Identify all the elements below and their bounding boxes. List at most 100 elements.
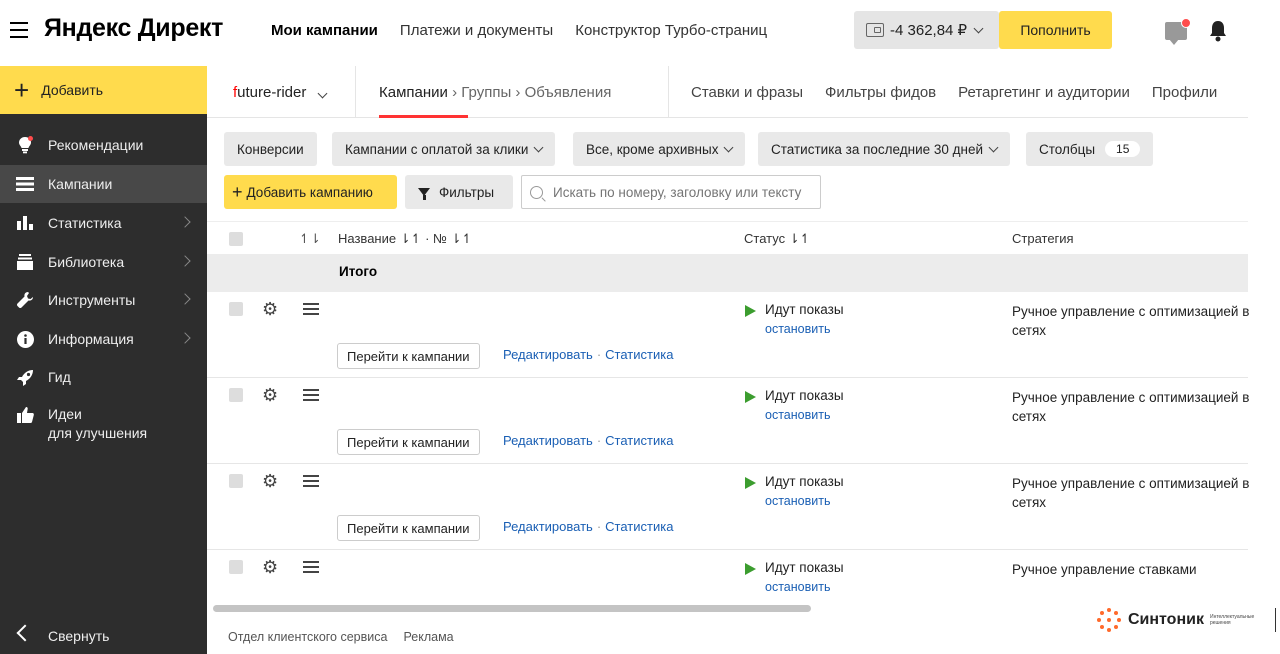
watermark-brand: Синтоник [1128, 611, 1204, 628]
messages-icon[interactable] [1165, 18, 1191, 45]
tab-bids-phrases[interactable]: Ставки и фразы [691, 84, 803, 101]
bell-icon[interactable] [1208, 20, 1228, 42]
click-campaigns-filter[interactable]: Кампании с оплатой за клики [332, 132, 556, 166]
sidebar-item-label: для улучшения [48, 425, 148, 441]
row-checkbox[interactable] [229, 474, 243, 488]
client-service-link[interactable]: Отдел клиентского сервиса [228, 630, 387, 644]
chevron-left-icon [16, 624, 34, 642]
sidebar-item-information[interactable]: Информация [0, 320, 207, 358]
nav-turbo-builder[interactable]: Конструктор Турбо-страниц [575, 22, 767, 39]
row-checkbox[interactable] [229, 388, 243, 402]
sidebar-item-ideas[interactable]: Идеи для улучшения [0, 401, 207, 445]
link-separator: · [596, 347, 602, 362]
sintonik-logo-icon [1097, 608, 1121, 632]
crumb-groups[interactable]: Группы [461, 84, 511, 101]
stats-period-filter[interactable]: Статистика за последние 30 дней [758, 132, 1011, 166]
stop-link[interactable]: остановить [765, 494, 830, 508]
goto-campaign-button[interactable]: Перейти к кампании [337, 429, 480, 455]
goto-campaign-button[interactable]: Перейти к кампании [337, 343, 480, 369]
topup-button[interactable]: Пополнить [999, 11, 1112, 49]
sort-column[interactable]: ↿⇂ [299, 231, 321, 247]
bulb-icon [15, 135, 35, 155]
ads-link[interactable]: Реклама [403, 630, 453, 644]
chevron-right-icon [179, 216, 191, 228]
table-row: ⚙ Идут показы остановить Ручное управлен… [207, 550, 1248, 600]
chip-label: Столбцы [1039, 141, 1096, 157]
status-column-header[interactable]: Статус ⇂↿ [744, 231, 811, 247]
strategy-text: Ручное управление с оптимизацией в сетях [1012, 390, 1250, 424]
search-input[interactable] [553, 184, 815, 200]
collapse-sidebar-button[interactable]: Свернуть [0, 618, 207, 654]
filters-button[interactable]: Фильтры [405, 175, 513, 209]
list-icon[interactable] [303, 475, 319, 489]
gear-icon[interactable]: ⚙ [262, 557, 278, 578]
sidebar-item-library[interactable]: Библиотека [0, 243, 207, 281]
add-button[interactable]: + Добавить [0, 66, 207, 114]
gear-icon[interactable]: ⚙ [262, 471, 278, 492]
sidebar-item-recommendations[interactable]: Рекомендации [0, 126, 207, 164]
gear-icon[interactable]: ⚙ [262, 299, 278, 320]
goto-campaign-button[interactable]: Перейти к кампании [337, 515, 480, 541]
list-icon[interactable] [303, 303, 319, 317]
subnav-tabs: Ставки и фразы Фильтры фидов Ретаргетинг… [691, 84, 1217, 101]
conversions-filter[interactable]: Конверсии [224, 132, 317, 166]
name-column-header[interactable]: Название ⇂↿ · № ⇂↿ [338, 231, 472, 247]
bar-chart-icon [15, 213, 35, 233]
edit-link[interactable]: Редактировать [503, 519, 593, 534]
statistics-link[interactable]: Статистика [605, 433, 673, 448]
status-text: Идут показы [765, 560, 844, 575]
sidebar-item-campaigns[interactable]: Кампании [0, 165, 207, 203]
tab-profiles[interactable]: Профили [1152, 84, 1217, 101]
strategy-column-header[interactable]: Стратегия [1012, 231, 1074, 246]
search-box [521, 175, 821, 209]
strategy-text: Ручное управление ставками [1012, 562, 1197, 577]
app-logo[interactable]: Яндекс Директ [44, 14, 223, 43]
link-separator: · [596, 519, 602, 534]
wrench-icon [15, 290, 35, 310]
horizontal-scrollbar[interactable] [213, 605, 811, 612]
library-icon [15, 252, 35, 272]
stop-link[interactable]: остановить [765, 580, 830, 594]
stop-link[interactable]: остановить [765, 408, 830, 422]
balance-dropdown[interactable]: -4 362,84 ₽ [854, 11, 999, 49]
crumb-campaigns[interactable]: Кампании [379, 84, 448, 101]
add-campaign-label: Добавить кампанию [246, 184, 373, 200]
tab-feed-filters[interactable]: Фильтры фидов [825, 84, 936, 101]
chip-label: Кампании с оплатой за клики [345, 141, 529, 157]
statistics-link[interactable]: Статистика [605, 519, 673, 534]
stop-link[interactable]: остановить [765, 322, 830, 336]
status-text: Идут показы [765, 474, 844, 489]
campaigns-icon [15, 174, 35, 194]
nav-my-campaigns[interactable]: Мои кампании [271, 22, 378, 39]
account-selector[interactable]: future-rider [233, 84, 327, 101]
menu-icon[interactable] [10, 22, 28, 38]
edit-link[interactable]: Редактировать [503, 347, 593, 362]
add-button-label: Добавить [41, 82, 104, 98]
row-links: Редактировать · Статистика [503, 433, 673, 448]
link-separator: · [596, 433, 602, 448]
select-all-checkbox[interactable] [229, 232, 243, 246]
sidebar-item-statistics[interactable]: Статистика [0, 204, 207, 242]
sidebar-item-label: Информация [48, 331, 134, 347]
list-icon[interactable] [303, 561, 319, 575]
sub-nav: future-rider Кампании › Группы › Объявле… [207, 66, 1248, 118]
footer: Отдел клиентского сервиса Реклама [228, 630, 454, 644]
watermark: Синтоник Интеллектуальные решения [1097, 608, 1276, 632]
archive-filter[interactable]: Все, кроме архивных [573, 132, 746, 166]
breadcrumb: Кампании › Группы › Объявления [379, 84, 611, 101]
sidebar-item-guide[interactable]: Гид [0, 358, 207, 396]
row-checkbox[interactable] [229, 560, 243, 574]
statistics-link[interactable]: Статистика [605, 347, 673, 362]
columns-button[interactable]: Столбцы 15 [1026, 132, 1154, 166]
sidebar-item-tools[interactable]: Инструменты [0, 281, 207, 319]
sidebar-item-label: Идеи [48, 406, 82, 422]
edit-link[interactable]: Редактировать [503, 433, 593, 448]
table-row: ⚙ Перейти к кампании Редактировать · Стати… [207, 292, 1249, 378]
add-campaign-button[interactable]: + Добавить кампанию [224, 175, 397, 209]
gear-icon[interactable]: ⚙ [262, 385, 278, 406]
row-checkbox[interactable] [229, 302, 243, 316]
list-icon[interactable] [303, 389, 319, 403]
crumb-ads[interactable]: Объявления [525, 84, 612, 101]
nav-payments[interactable]: Платежи и документы [400, 22, 553, 39]
tab-retargeting[interactable]: Ретаргетинг и аудитории [958, 84, 1130, 101]
